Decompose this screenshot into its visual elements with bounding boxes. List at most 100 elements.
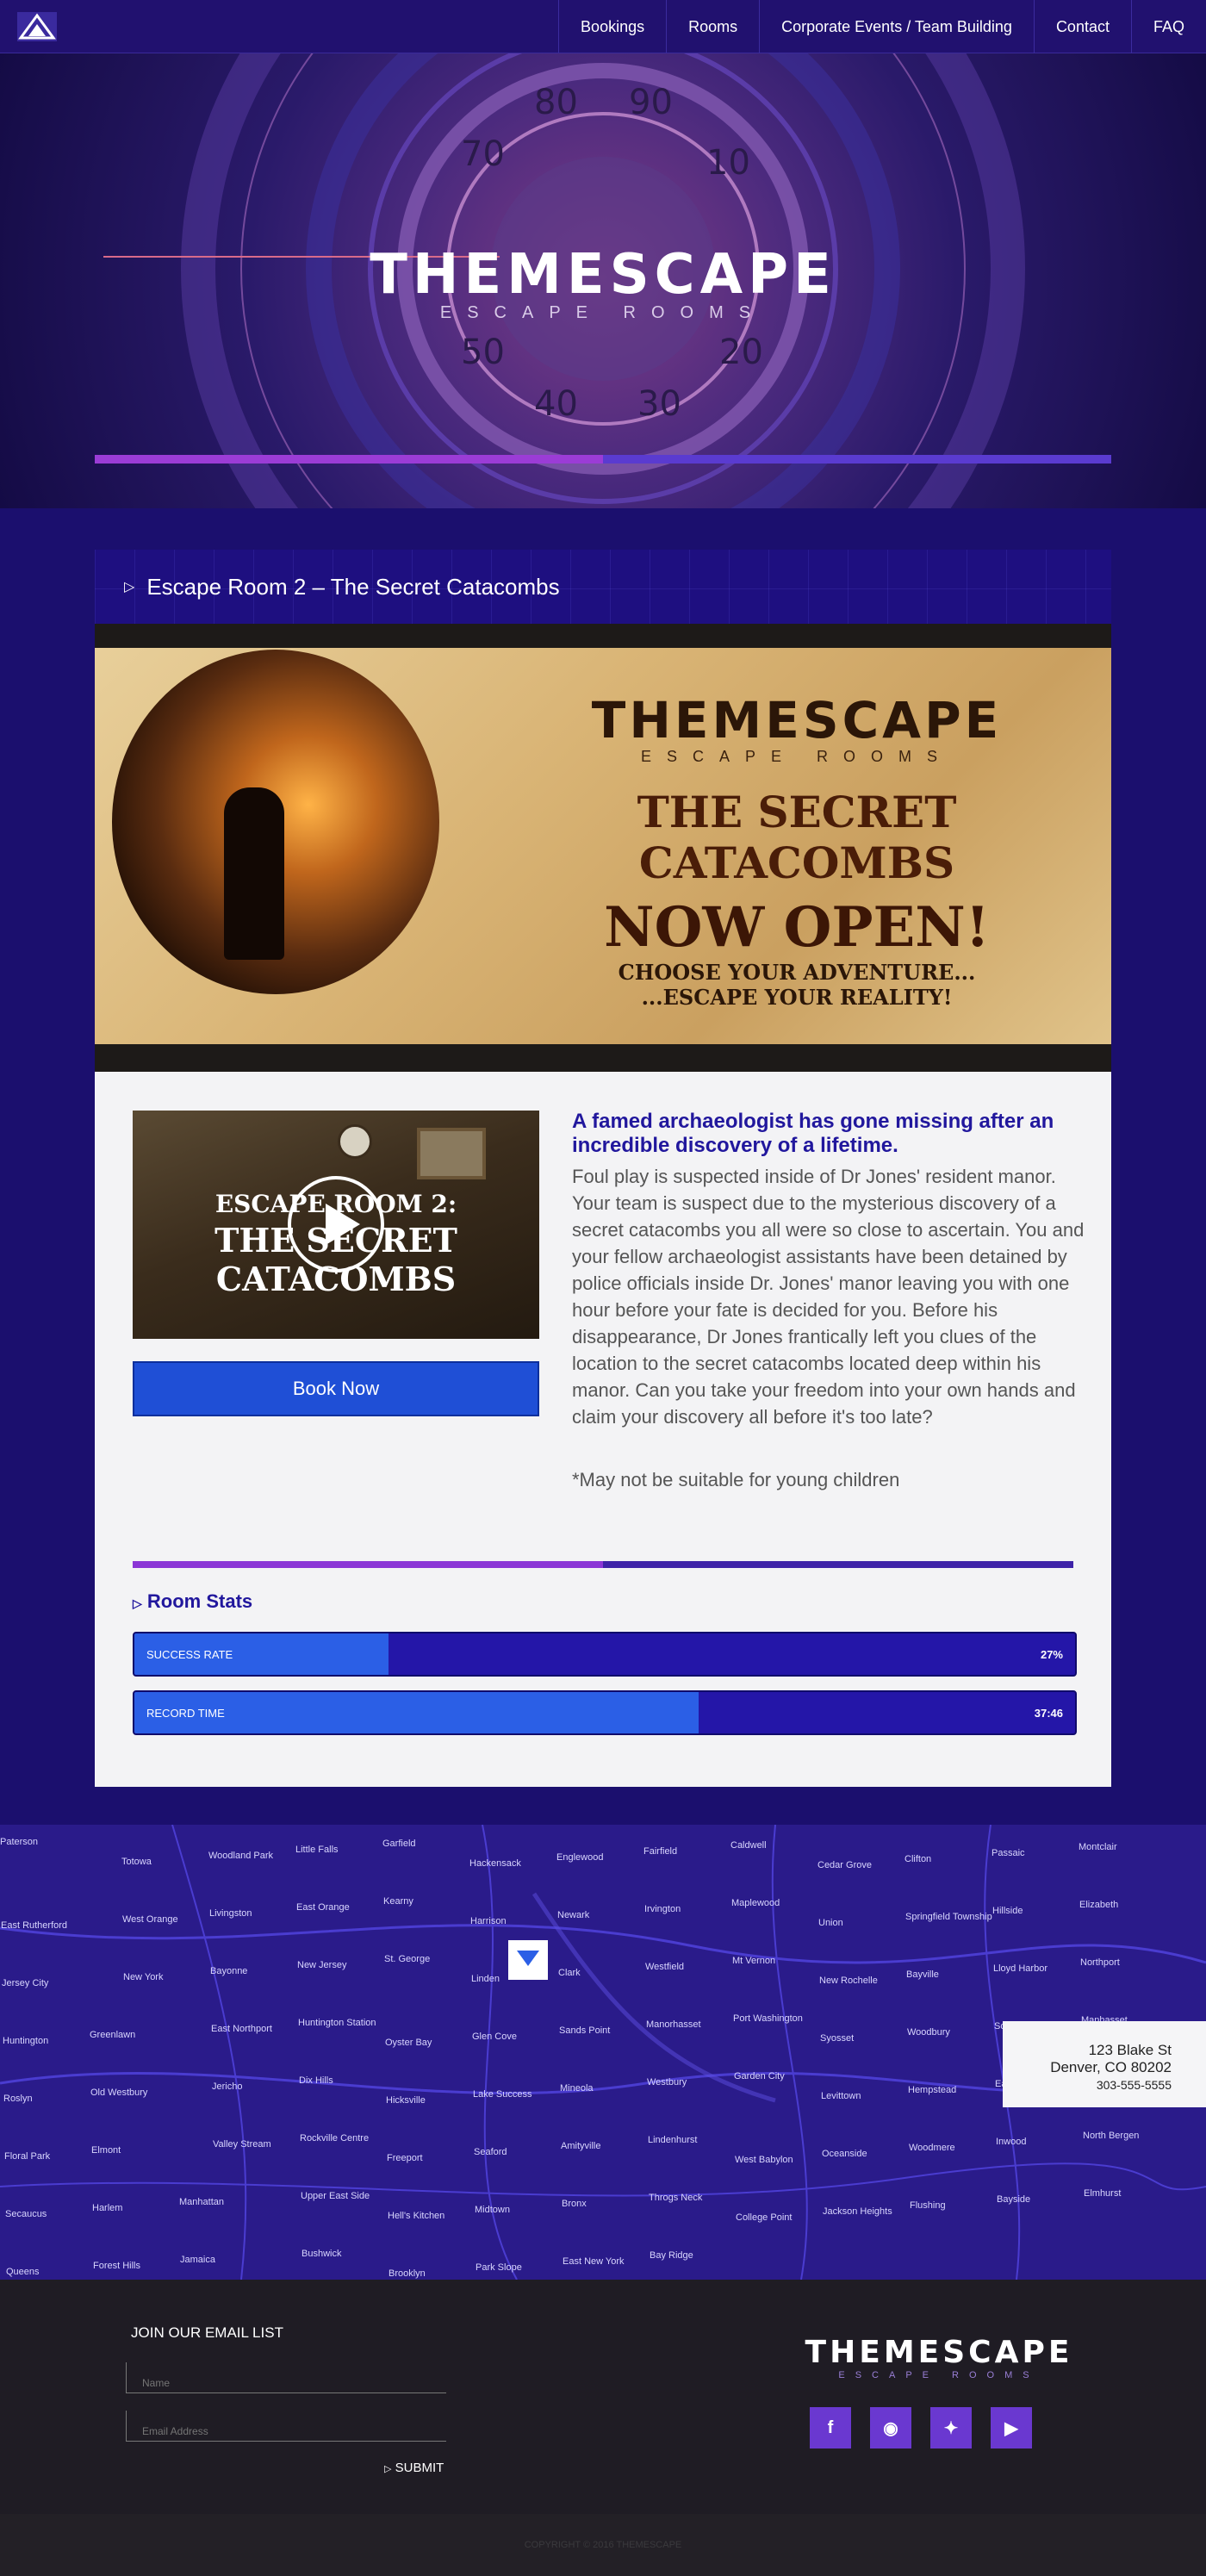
map-place-label: Syosset [820, 2033, 855, 2044]
map-place-label: Elizabeth [1079, 1900, 1119, 1910]
map-place-label: Totowa [121, 1857, 152, 1867]
map-place-label: Bay Ridge [650, 2250, 693, 2261]
map-place-label: Paterson [0, 1837, 39, 1847]
map-place-label: Fairfield [643, 1846, 678, 1857]
address-line1: 123 Blake St [1088, 2042, 1172, 2058]
map-place-label: Bushwick [302, 2249, 342, 2259]
nav-item-corporate-events[interactable]: Corporate Events / Team Building [759, 0, 1034, 53]
stats-title-label: Room Stats [146, 1590, 253, 1612]
map-place-label: Dix Hills [299, 2075, 333, 2086]
banner-text: THEMESCAPE ESCAPE ROOMS THE SECRET CATAC… [500, 691, 1094, 1010]
map-place-label: Throgs Neck [649, 2193, 703, 2203]
room-details: ESCAPE ROOM 2: THE SECRET CATACOMBS Book… [95, 1072, 1111, 1787]
address-line2: Denver, CO 80202 [1050, 2059, 1172, 2075]
map-place-label: West Orange [122, 1914, 178, 1925]
room-video[interactable]: ESCAPE ROOM 2: THE SECRET CATACOMBS [133, 1111, 539, 1339]
address-card: 123 Blake St Denver, CO 80202 303-555-55… [1003, 2021, 1206, 2107]
map-place-label: Levittown [821, 2091, 861, 2101]
map-place-label: Harrison [470, 1916, 507, 1926]
map-place-label: Sands Point [559, 2025, 611, 2036]
map-place-label: Kearny [383, 1896, 413, 1907]
email-field[interactable] [126, 2411, 446, 2442]
map-place-label: Freeport [387, 2153, 423, 2163]
themescape-logo-icon[interactable] [17, 12, 57, 41]
triangle-right-icon: ▷ [384, 2464, 392, 2474]
map-place-label: Greenlawn [90, 2030, 136, 2040]
map-place-label: Oceanside [822, 2149, 867, 2159]
map-place-label: Hell's Kitchen [388, 2211, 445, 2221]
map-marker-icon[interactable] [508, 1940, 548, 1980]
map-place-label: Bayside [997, 2194, 1031, 2205]
map-place-label: Newark [557, 1910, 590, 1920]
room-title: Escape Room 2 – The Secret Catacombs [146, 573, 560, 600]
map-place-label: Little Falls [295, 1845, 339, 1855]
map-place-label: Springfield Township [905, 1912, 992, 1922]
map-place-label: Queens [6, 2267, 40, 2277]
submit-button[interactable]: ▷ SUBMIT [384, 2461, 444, 2475]
stats-divider-bar [133, 1561, 1073, 1568]
stat-label: SUCCESS RATE [146, 1648, 233, 1661]
map-place-label: Huntington Station [298, 2018, 376, 2028]
banner-brand: THEMESCAPE [591, 691, 1003, 750]
name-field[interactable] [126, 2362, 446, 2393]
map-place-label: Woodmere [909, 2143, 955, 2153]
map-place-label: Mt Vernon [732, 1956, 776, 1966]
map-place-label: Woodbury [907, 2027, 950, 2038]
instagram-icon[interactable]: ◉ [870, 2407, 911, 2448]
play-icon[interactable] [288, 1176, 384, 1272]
map-place-label: Cedar Grove [817, 1860, 872, 1870]
map-place-label: Livingston [209, 1908, 252, 1919]
map-place-label: Lloyd Harbor [993, 1963, 1047, 1974]
room-title-bar: ▷ Escape Room 2 – The Secret Catacombs [95, 550, 1111, 624]
footer: JOIN OUR EMAIL LIST ▷ SUBMIT THEMESCAPE … [0, 2280, 1206, 2514]
nav-item-contact[interactable]: Contact [1033, 0, 1131, 53]
map-place-label: Jamaica [180, 2255, 215, 2265]
map-place-label: Lindenhurst [648, 2135, 698, 2145]
picture-frame [417, 1128, 486, 1179]
banner-status: NOW OPEN! [604, 895, 990, 960]
map-place-label: St. George [384, 1954, 431, 1964]
map-place-label: New Jersey [297, 1960, 347, 1970]
svg-text:50: 50 [461, 333, 505, 372]
map-place-label: Westfield [645, 1962, 685, 1972]
map-place-label: Inwood [996, 2137, 1027, 2147]
nav-item-rooms[interactable]: Rooms [666, 0, 759, 53]
map-place-label: Hillside [992, 1906, 1023, 1916]
map-place-label: Irvington [644, 1904, 681, 1914]
youtube-icon[interactable]: ▶ [991, 2407, 1032, 2448]
map-place-label: College Point [736, 2212, 793, 2223]
hero-banner: 80 90 70 10 20 30 40 50 THEMESCAPE ESCAP… [0, 53, 1206, 508]
hero-brand: THEMESCAPE [370, 243, 836, 307]
map-place-label: Hackensack [469, 1858, 521, 1869]
stat-record-time: RECORD TIME 37:46 [133, 1690, 1077, 1735]
location-map[interactable]: Paterson Totowa Woodland Park Little Falls G… [0, 1825, 1206, 2280]
map-place-label: Oyster Bay [385, 2038, 432, 2048]
map-place-label: Secaucus [5, 2209, 47, 2219]
map-place-label: Woodland Park [208, 1851, 274, 1861]
map-place-label: Garfield [382, 1839, 416, 1849]
map-place-label: Seaford [474, 2147, 507, 2157]
map-place-label: New Rochelle [819, 1976, 878, 1986]
nav-item-bookings[interactable]: Bookings [558, 0, 666, 53]
map-place-label: New York [123, 1972, 164, 1982]
footer-tagline: ESCAPE ROOMS [838, 2370, 1040, 2380]
map-place-label: Elmhurst [1084, 2188, 1122, 2199]
map-place-label: Park Slope [476, 2262, 522, 2273]
book-now-button[interactable]: Book Now [133, 1361, 539, 1416]
map-place-label: Valley Stream [213, 2139, 271, 2150]
map-place-label: Brooklyn [389, 2268, 426, 2279]
map-place-label: Upper East Side [301, 2191, 370, 2201]
hero-accent-bar [95, 455, 1111, 464]
nav-item-faq[interactable]: FAQ [1130, 0, 1206, 53]
map-place-label: Old Westbury [90, 2088, 148, 2098]
description-body: Foul play is suspected inside of Dr Jone… [572, 1166, 1085, 1428]
top-navigation: Bookings Rooms Corporate Events / Team B… [0, 0, 1206, 53]
email-list-title: JOIN OUR EMAIL LIST [131, 2324, 283, 2341]
banner-line1: CHOOSE YOUR ADVENTURE... [618, 960, 976, 985]
svg-text:30: 30 [637, 384, 681, 424]
map-place-label: Garden City [734, 2071, 785, 2081]
map-place-label: Manorhasset [646, 2019, 701, 2030]
twitter-icon[interactable]: ✦ [930, 2407, 972, 2448]
map-place-label: West Babylon [735, 2155, 793, 2165]
facebook-icon[interactable]: f [810, 2407, 851, 2448]
